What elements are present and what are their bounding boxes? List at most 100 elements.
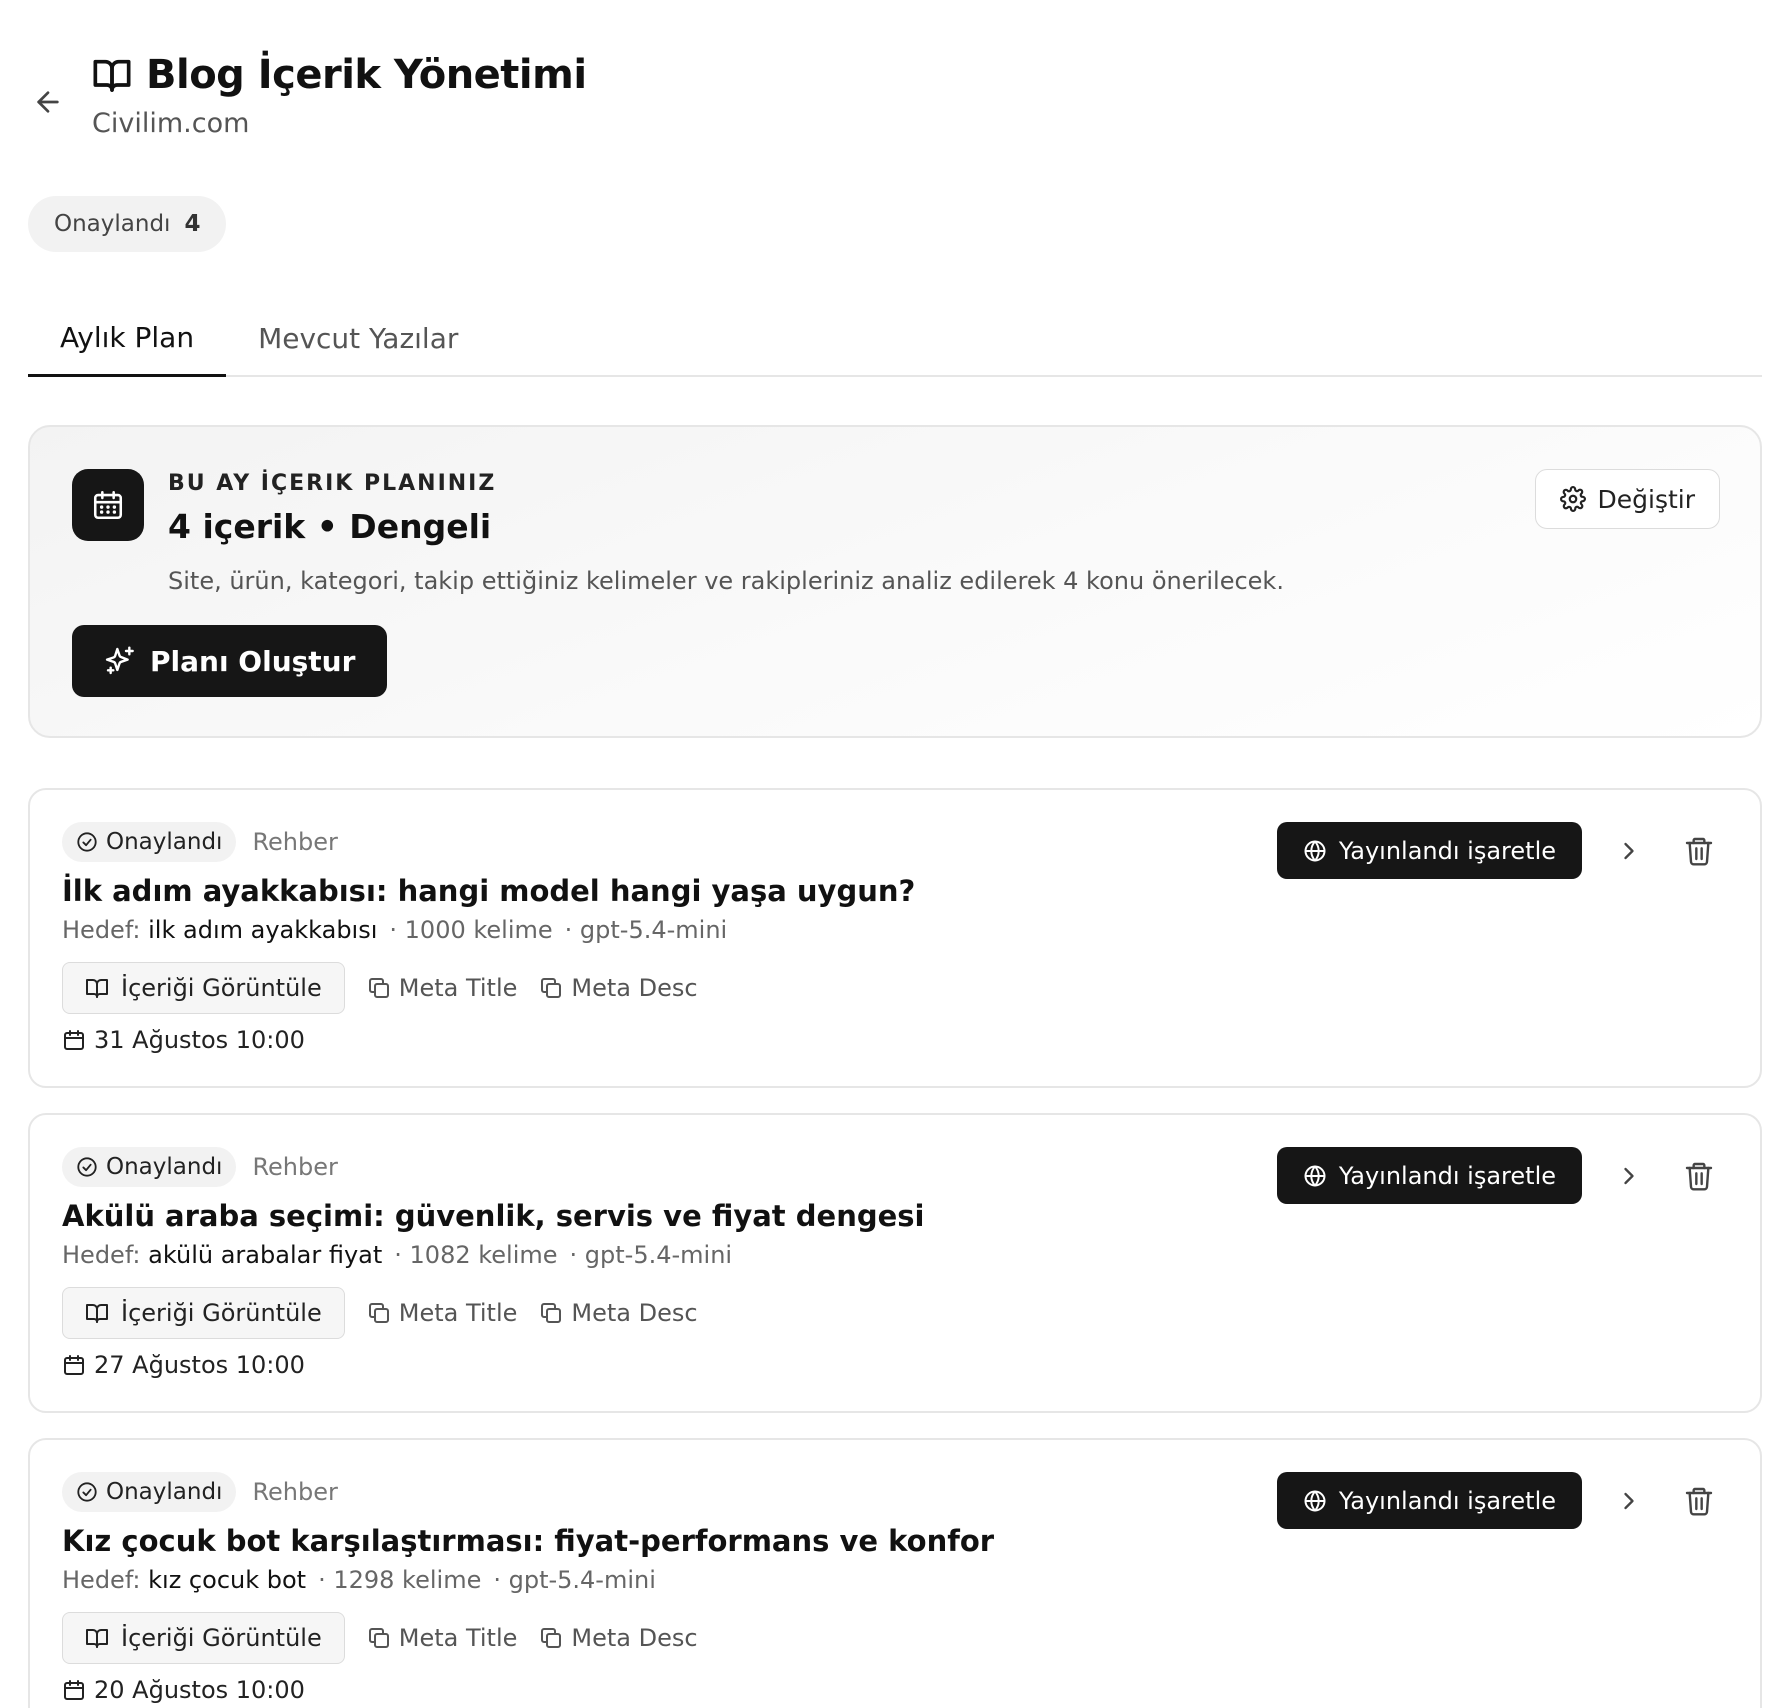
change-button[interactable]: Değiştir <box>1534 469 1720 529</box>
plan-heading: 4 içerik • Dengeli <box>168 507 492 546</box>
calendar-icon <box>64 1680 84 1700</box>
site-domain: Civilim.com <box>92 108 250 139</box>
copy-meta-title-button[interactable]: Meta Title <box>367 1299 518 1327</box>
copy-meta-title-button[interactable]: Meta Title <box>367 1624 518 1652</box>
copy-meta-desc-button[interactable]: Meta Desc <box>539 974 698 1002</box>
mark-published-label: Yayınlandı işaretle <box>1338 1486 1556 1515</box>
post-badges: Onaylandı Rehber <box>62 822 338 862</box>
mark-published-label: Yayınlandı işaretle <box>1338 836 1556 865</box>
back-button[interactable] <box>28 82 68 122</box>
globe-icon <box>1304 1165 1326 1186</box>
monthly-plan-card: BU AY İÇERIK PLANINIZ 4 içerik • Dengeli… <box>28 425 1762 738</box>
post-actions: İçeriği Görüntüle Meta Title Meta Desc <box>62 1287 698 1339</box>
word-count: · 1082 kelime <box>394 1241 558 1269</box>
page-header: Blog İçerik Yönetimi Civilim.com <box>28 52 928 152</box>
check-circle-icon <box>77 832 97 852</box>
create-plan-label: Planı Oluştur <box>150 644 356 678</box>
date-text: 27 Ağustos 10:00 <box>94 1351 305 1379</box>
post-actions: İçeriği Görüntüle Meta Title Meta Desc <box>62 962 698 1014</box>
open-book-icon <box>86 979 108 998</box>
expand-button[interactable] <box>1612 1484 1646 1518</box>
mark-published-button[interactable]: Yayınlandı işaretle <box>1276 822 1582 879</box>
target-keyword: ilk adım ayakkabısı <box>148 916 378 944</box>
target-label: Hedef: <box>62 916 141 944</box>
calendar-icon <box>64 1355 84 1375</box>
open-book-icon <box>93 59 131 92</box>
open-book-icon <box>86 1629 108 1648</box>
scheduled-date: 31 Ağustos 10:00 <box>62 1026 305 1054</box>
view-content-label: İçeriği Görüntüle <box>121 1624 322 1652</box>
calendar-icon <box>93 490 123 520</box>
view-content-button[interactable]: İçeriği Görüntüle <box>62 962 345 1014</box>
chevron-right-icon <box>1624 842 1634 860</box>
post-title: İlk adım ayakkabısı: hangi model hangi y… <box>62 874 916 908</box>
status-badge: Onaylandı <box>62 822 237 862</box>
post-type: Rehber <box>252 1153 338 1181</box>
post-type: Rehber <box>252 828 338 856</box>
post-type: Rehber <box>252 1478 338 1506</box>
meta-desc-label: Meta Desc <box>571 1299 698 1327</box>
gear-icon <box>1559 486 1586 512</box>
target-label: Hedef: <box>62 1566 141 1594</box>
model-name: · gpt-5.4-mini <box>569 1241 733 1269</box>
view-content-button[interactable]: İçeriği Görüntüle <box>62 1612 345 1664</box>
mark-published-label: Yayınlandı işaretle <box>1338 1161 1556 1190</box>
tab-existing-posts[interactable]: Mevcut Yazılar <box>226 300 490 377</box>
copy-meta-desc-button[interactable]: Meta Desc <box>539 1299 698 1327</box>
change-button-label: Değiştir <box>1597 484 1696 514</box>
meta-desc-label: Meta Desc <box>571 974 698 1002</box>
copy-meta-desc-button[interactable]: Meta Desc <box>539 1624 698 1652</box>
title-row: Blog İçerik Yönetimi <box>92 52 587 98</box>
copy-icon <box>541 1628 562 1648</box>
post-badges: Onaylandı Rehber <box>62 1147 338 1187</box>
meta-title-label: Meta Title <box>398 1299 518 1327</box>
delete-button[interactable] <box>1680 1157 1718 1195</box>
check-circle-icon <box>77 1157 97 1177</box>
post-card: Onaylandı Rehber Kız çocuk bot karşılaşt… <box>28 1438 1762 1708</box>
mark-published-button[interactable]: Yayınlandı işaretle <box>1276 1472 1582 1529</box>
delete-button[interactable] <box>1680 832 1718 870</box>
status-text: Onaylandı <box>106 1154 223 1180</box>
create-plan-button[interactable]: Planı Oluştur <box>72 625 388 697</box>
expand-button[interactable] <box>1612 834 1646 868</box>
status-text: Onaylandı <box>106 1479 223 1505</box>
view-content-label: İçeriği Görüntüle <box>121 974 322 1002</box>
trash-icon <box>1685 837 1713 866</box>
expand-button[interactable] <box>1612 1159 1646 1193</box>
copy-icon <box>368 978 389 998</box>
globe-icon <box>1304 1490 1326 1511</box>
target-label: Hedef: <box>62 1241 141 1269</box>
approved-count-pill[interactable]: Onaylandı 4 <box>28 196 227 252</box>
date-text: 20 Ağustos 10:00 <box>94 1676 305 1704</box>
copy-meta-title-button[interactable]: Meta Title <box>367 974 517 1002</box>
post-meta: Hedef: akülü arabalar fiyat · 1082 kelim… <box>62 1241 732 1269</box>
target-keyword: akülü arabalar fiyat <box>148 1241 383 1269</box>
post-badges: Onaylandı Rehber <box>62 1472 338 1512</box>
copy-icon <box>541 1303 562 1323</box>
trash-icon <box>1685 1487 1713 1516</box>
plan-icon-box <box>72 469 144 541</box>
calendar-icon <box>64 1030 84 1050</box>
meta-title-label: Meta Title <box>398 1624 518 1652</box>
post-card: Onaylandı Rehber Akülü araba seçimi: güv… <box>28 1113 1762 1413</box>
tab-monthly-plan[interactable]: Aylık Plan <box>28 300 227 377</box>
status-text: Onaylandı <box>106 829 223 855</box>
post-actions: İçeriği Görüntüle Meta Title Meta Desc <box>62 1612 698 1664</box>
mark-published-button[interactable]: Yayınlandı işaretle <box>1276 1147 1582 1204</box>
sparkles-icon <box>105 646 134 675</box>
target-keyword: kız çocuk bot <box>148 1566 307 1594</box>
meta-desc-label: Meta Desc <box>571 1624 698 1652</box>
arrow-left-icon <box>37 91 59 113</box>
delete-button[interactable] <box>1680 1482 1718 1520</box>
status-badge: Onaylandı <box>62 1472 237 1512</box>
model-name: · gpt-5.4-mini <box>493 1566 656 1594</box>
word-count: · 1000 kelime <box>389 916 553 944</box>
post-title: Kız çocuk bot karşılaştırması: fiyat-per… <box>62 1524 995 1558</box>
check-circle-icon <box>77 1482 97 1502</box>
scheduled-date: 20 Ağustos 10:00 <box>62 1676 305 1704</box>
status-badge: Onaylandı <box>62 1147 237 1187</box>
copy-icon <box>368 1303 389 1323</box>
model-name: · gpt-5.4-mini <box>564 916 728 944</box>
open-book-icon <box>86 1304 108 1323</box>
view-content-button[interactable]: İçeriği Görüntüle <box>62 1287 345 1339</box>
